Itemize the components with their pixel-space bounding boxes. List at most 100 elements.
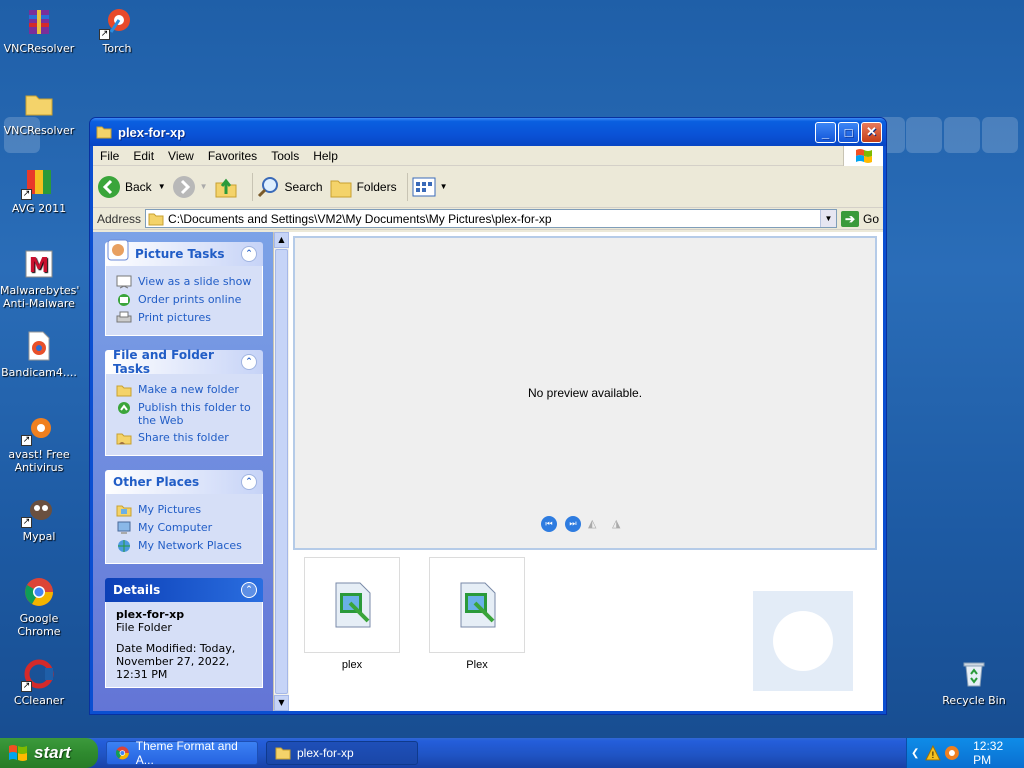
file-name: plex — [341, 659, 363, 671]
menu-file[interactable]: File — [93, 149, 126, 163]
forward-arrow-icon — [172, 175, 195, 198]
up-folder-button[interactable] — [214, 175, 242, 199]
desktop-icon-label: Torch — [102, 42, 132, 55]
place-my-network[interactable]: My Network Places — [116, 539, 252, 553]
task-order-prints[interactable]: Order prints online — [116, 293, 252, 307]
go-button[interactable]: ➔ Go — [840, 210, 879, 227]
menu-edit[interactable]: Edit — [126, 149, 161, 163]
toolbar-separator — [251, 172, 253, 201]
desktop-icon-ccleaner[interactable]: ↗ CCleaner — [0, 658, 78, 707]
network-places-icon — [118, 540, 130, 552]
place-my-computer[interactable]: My Computer — [116, 521, 252, 535]
mypal-icon: ↗ — [21, 494, 55, 528]
desktop-icon-recycle-bin[interactable]: Recycle Bin — [935, 658, 1013, 707]
address-input[interactable]: C:\Documents and Settings\VM2\My Documen… — [145, 209, 837, 228]
desktop-icon-bandicam[interactable]: Bandicam4.... — [0, 330, 78, 379]
task-new-folder[interactable]: Make a new folder — [116, 383, 252, 397]
other-places-title: Other Places — [113, 475, 200, 489]
rotate-left-icon[interactable]: ◭ — [588, 517, 606, 531]
desktop-icon-chrome[interactable]: Google Chrome — [0, 576, 78, 638]
start-button[interactable]: start — [0, 738, 98, 768]
scroll-up-icon[interactable]: ▲ — [274, 232, 289, 248]
preview-controls: ⏮ ⏭ ◭ ◮ — [295, 516, 875, 532]
my-computer-icon — [117, 521, 131, 534]
file-folder-tasks-body: Make a new folder Publish this folder to… — [105, 374, 263, 456]
recycle-bin-icon — [958, 658, 990, 690]
taskpane-scrollbar[interactable]: ▲ ▼ — [273, 232, 289, 711]
forward-button[interactable]: ▼ — [172, 175, 208, 199]
windows-flag-icon — [9, 745, 27, 761]
task-share-folder[interactable]: Share this folder — [116, 431, 252, 445]
menu-help[interactable]: Help — [306, 149, 345, 163]
toolbar-separator — [406, 172, 408, 201]
taskbar-item-explorer[interactable]: plex-for-xp — [266, 741, 418, 765]
collapse-chevron-icon[interactable]: ⌃ — [241, 246, 257, 262]
torch-icon: ↗ — [99, 6, 133, 40]
file-item-Plex[interactable]: Plex — [429, 557, 525, 671]
slideshow-icon — [116, 275, 132, 289]
desktop-icon-malwarebytes[interactable]: M Malwarebytes' Anti-Malware — [0, 248, 79, 310]
avast-tray-icon[interactable] — [944, 745, 960, 761]
next-image-icon[interactable]: ⏭ — [565, 516, 581, 532]
other-places-header[interactable]: Other Places ⌃ — [105, 470, 263, 494]
share-folder-icon — [116, 433, 132, 445]
desktop-icon-torch[interactable]: ↗ Torch — [78, 6, 156, 55]
avast-icon: ↗ — [21, 412, 55, 446]
address-bar: Address C:\Documents and Settings\VM2\My… — [93, 208, 883, 230]
taskbar-item-chrome[interactable]: Theme Format and A... — [106, 739, 258, 767]
collapse-chevron-icon[interactable]: ⌃ — [241, 354, 257, 370]
task-slideshow[interactable]: View as a slide show — [116, 275, 252, 289]
details-header[interactable]: Details ⌃ — [105, 578, 263, 602]
back-button[interactable]: Back ▼ — [97, 175, 166, 199]
desktop-icon-label: AVG 2011 — [11, 202, 67, 215]
desktop-icon-avg[interactable]: ↗ AVG 2011 — [0, 166, 78, 215]
desktop-icon-label: Google Chrome — [17, 612, 61, 638]
menu-favorites[interactable]: Favorites — [201, 149, 264, 163]
warning-icon[interactable]: ! — [925, 745, 942, 761]
new-folder-icon — [116, 385, 132, 397]
task-print-pictures[interactable]: Print pictures — [116, 311, 252, 325]
file-folder-tasks-title: File and Folder Tasks — [113, 348, 214, 376]
address-dropdown-icon[interactable]: ▼ — [819, 210, 836, 227]
explorer-window: plex-for-xp _ □ ✕ File Edit View Favorit… — [89, 117, 887, 715]
tray-expand-icon[interactable]: ❮ — [911, 748, 919, 759]
place-my-pictures[interactable]: My Pictures — [116, 503, 252, 517]
bandicam-icon — [23, 330, 55, 362]
up-folder-icon — [215, 178, 237, 197]
search-button[interactable]: Search — [257, 175, 323, 199]
views-button[interactable]: ▼ — [412, 176, 448, 198]
picture-tasks-header[interactable]: Picture Tasks ⌃ — [105, 239, 263, 266]
search-label: Search — [284, 179, 323, 194]
task-pane: Picture Tasks ⌃ View as a slide show Ord… — [93, 232, 289, 711]
previous-image-icon[interactable]: ⏮ — [541, 516, 557, 532]
back-dropdown-icon[interactable]: ▼ — [158, 182, 166, 191]
file-name: Plex — [466, 659, 488, 671]
maximize-button[interactable]: □ — [838, 121, 859, 143]
file-item-plex[interactable]: plex — [304, 557, 400, 671]
scroll-down-icon[interactable]: ▼ — [274, 695, 289, 711]
views-icon — [412, 177, 436, 196]
collapse-chevron-icon[interactable]: ⌃ — [241, 582, 257, 598]
desktop-icon-vncresolver-folder[interactable]: VNCResolver — [0, 88, 78, 137]
menu-tools[interactable]: Tools — [264, 149, 306, 163]
task-publish-web[interactable]: Publish this folder to the Web — [116, 401, 252, 427]
desktop-icon-vncresolver[interactable]: VNCResolver — [0, 6, 78, 55]
minimize-button[interactable]: _ — [815, 121, 836, 143]
avg-icon: ↗ — [21, 166, 55, 200]
menu-view[interactable]: View — [161, 149, 201, 163]
rotate-right-icon[interactable]: ◮ — [612, 517, 630, 531]
desktop-icon-avast[interactable]: ↗ avast! Free Antivirus — [0, 412, 78, 474]
toolbar: Back ▼ ▼ Search Folders ▼ — [93, 166, 883, 208]
my-pictures-icon — [116, 505, 132, 517]
order-prints-icon — [118, 294, 130, 306]
title-bar[interactable]: plex-for-xp _ □ ✕ — [90, 118, 886, 146]
file-thumbnail — [429, 557, 525, 653]
svg-text:!: ! — [932, 751, 936, 761]
file-folder-tasks-header[interactable]: File and Folder Tasks ⌃ — [105, 348, 263, 376]
window-body: File Edit View Favorites Tools Help Back… — [93, 146, 883, 711]
desktop-icon-mypal[interactable]: ↗ Mypal — [0, 494, 78, 543]
scroll-thumb[interactable] — [275, 249, 288, 694]
close-button[interactable]: ✕ — [861, 121, 882, 143]
collapse-chevron-icon[interactable]: ⌃ — [241, 474, 257, 490]
folders-button[interactable]: Folders — [329, 175, 397, 199]
